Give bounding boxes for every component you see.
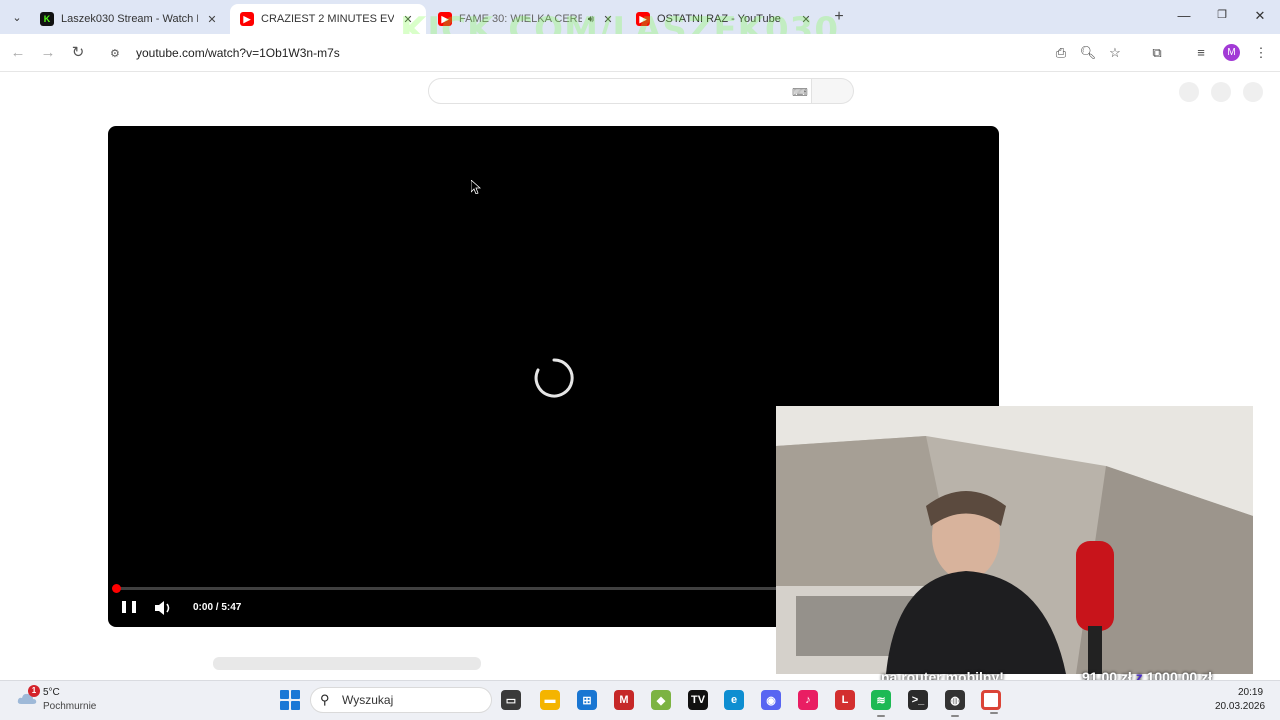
- tab-title: Laszek030 Stream - Watch Live: [61, 13, 198, 25]
- youtube-icon: ▶: [240, 12, 254, 26]
- tab-craziest-2-minutes[interactable]: ▶ CRAZIEST 2 MINUTES EVER | Ba ✕: [230, 4, 426, 34]
- address-bar[interactable]: ⚙ youtube.com/watch?v=1Ob1W3n-m7s: [104, 39, 1134, 67]
- mcafee-icon[interactable]: M: [614, 690, 634, 710]
- terminal-icon[interactable]: >_: [908, 690, 928, 710]
- bookmark-star-icon[interactable]: ☆: [1106, 44, 1124, 62]
- minimize-icon[interactable]: —: [1172, 8, 1196, 26]
- tiktok-icon[interactable]: ♪: [798, 690, 818, 710]
- tab-search-chevron-icon[interactable]: ⌄: [6, 6, 28, 28]
- weather-notification-badge: 1: [28, 685, 40, 697]
- profile-avatar[interactable]: M: [1223, 44, 1240, 61]
- taskbar-search-input[interactable]: ⚲ Wyszukaj: [310, 687, 492, 713]
- chrome-icon[interactable]: [981, 690, 1001, 714]
- notifications-icon-placeholder[interactable]: [1211, 82, 1231, 102]
- webcam-feed: [776, 406, 1253, 674]
- site-info-icon[interactable]: ⚙: [110, 47, 128, 60]
- file-explorer-icon[interactable]: ▬: [540, 690, 560, 710]
- pause-button[interactable]: [122, 600, 136, 614]
- restore-icon[interactable]: ❐: [1210, 8, 1234, 26]
- progress-scrubber[interactable]: [112, 584, 121, 593]
- kick-icon: K: [40, 12, 54, 26]
- weather-temperature[interactable]: 5°C: [43, 687, 60, 698]
- windows-taskbar: [0, 680, 1280, 720]
- youtube-search-input[interactable]: [428, 78, 812, 104]
- create-icon-placeholder[interactable]: [1179, 82, 1199, 102]
- url-text: youtube.com/watch?v=1Ob1W3n-m7s: [136, 46, 340, 60]
- task-view-icon[interactable]: ▭: [501, 690, 521, 710]
- media-controls-icon[interactable]: ≡: [1192, 44, 1210, 62]
- tab-title: CRAZIEST 2 MINUTES EVER | Ba: [261, 13, 394, 25]
- mouse-cursor-icon: [471, 180, 481, 194]
- search-icon: ⚲: [320, 692, 330, 707]
- install-app-icon[interactable]: ⎙: [1052, 44, 1070, 62]
- app-l-icon[interactable]: L: [835, 690, 855, 710]
- clock-time[interactable]: 20:19: [1238, 687, 1263, 698]
- windows-start-icon[interactable]: [280, 690, 300, 710]
- back-icon[interactable]: ←: [8, 43, 28, 63]
- loading-spinner-icon: [534, 358, 574, 398]
- keyboard-icon[interactable]: ⌨: [792, 86, 808, 99]
- search-placeholder: Wyszukaj: [342, 693, 394, 707]
- window-close-icon[interactable]: ✕: [1248, 8, 1272, 26]
- zoom-icon[interactable]: 🔍︎: [1079, 44, 1097, 62]
- reload-icon[interactable]: ↻: [68, 43, 88, 63]
- edge-icon[interactable]: e: [724, 690, 744, 710]
- clock-date[interactable]: 20.03.2026: [1215, 701, 1265, 712]
- weather-condition[interactable]: Pochmurnie: [43, 701, 96, 712]
- app-green-icon[interactable]: ◆: [651, 690, 671, 710]
- tab-kick-stream[interactable]: K Laszek030 Stream - Watch Live ✕: [30, 4, 230, 34]
- account-icon-placeholder[interactable]: [1243, 82, 1263, 102]
- close-icon[interactable]: ✕: [204, 13, 220, 26]
- menu-kebab-icon[interactable]: ⋮: [1252, 44, 1270, 62]
- spotify-icon[interactable]: ≋: [871, 690, 891, 717]
- microsoft-store-icon[interactable]: ⊞: [577, 690, 597, 710]
- time-display: 0:00 / 5:47: [193, 602, 242, 613]
- extensions-icon[interactable]: ⧉: [1148, 44, 1166, 62]
- forward-icon[interactable]: →: [38, 43, 58, 63]
- youtube-search-button[interactable]: [812, 78, 854, 104]
- title-skeleton: [213, 657, 481, 670]
- discord-icon[interactable]: ◉: [761, 690, 781, 710]
- volume-icon[interactable]: [154, 600, 172, 616]
- tradingview-icon[interactable]: TV: [688, 690, 708, 710]
- obs-icon[interactable]: ◍: [945, 690, 965, 717]
